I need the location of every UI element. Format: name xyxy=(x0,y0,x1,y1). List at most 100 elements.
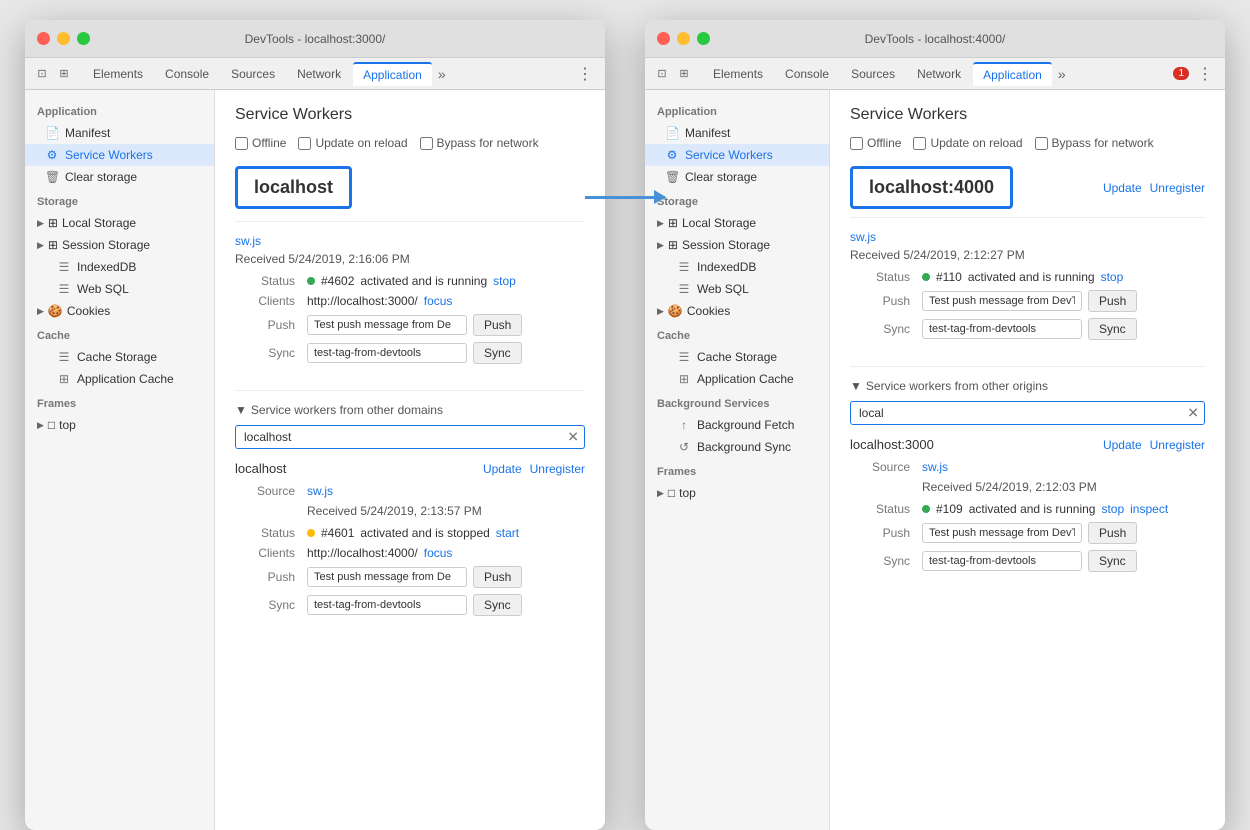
right-sw1-unregister-link[interactable]: Unregister xyxy=(1150,181,1205,195)
left-other-origin-update[interactable]: Update xyxy=(483,462,522,476)
right-sw2-push-input[interactable] xyxy=(922,523,1082,543)
left-tab-menu-button[interactable]: ⋮ xyxy=(573,64,597,84)
right-sw1-sync-button[interactable]: Sync xyxy=(1088,318,1137,340)
right-sw1-push-input[interactable] xyxy=(922,291,1082,311)
right-sw2-inspect-link[interactable]: inspect xyxy=(1130,502,1168,516)
right-sw1-source-link[interactable]: sw.js xyxy=(850,230,1205,244)
left-sw2-sync-button[interactable]: Sync xyxy=(473,594,522,616)
right-bypass-network-checkbox[interactable] xyxy=(1035,137,1048,150)
left-sidebar-item-service-workers[interactable]: ⚙ Service Workers xyxy=(25,144,214,166)
right-sidebar-frames-top[interactable]: ▶ □ top xyxy=(645,482,829,504)
right-tab-application[interactable]: Application xyxy=(973,62,1052,86)
left-sw1-push-input[interactable] xyxy=(307,315,467,335)
right-sidebar-item-clear-storage[interactable]: 🗑 Clear storage xyxy=(645,166,829,188)
left-sidebar-web-sql[interactable]: ☰ Web SQL xyxy=(25,278,214,300)
left-sw2-clients-row: Clients http://localhost:4000/ focus xyxy=(235,546,585,560)
left-update-reload-label[interactable]: Update on reload xyxy=(298,136,407,150)
left-sidebar-indexeddb[interactable]: ☰ IndexedDB xyxy=(25,256,214,278)
right-sidebar-cache-storage[interactable]: ☰ Cache Storage xyxy=(645,346,829,368)
right-tab-network[interactable]: Network xyxy=(907,63,971,85)
left-tab-application[interactable]: Application xyxy=(353,62,432,86)
left-sw1-source-link[interactable]: sw.js xyxy=(235,234,585,248)
left-sidebar-frames-top[interactable]: ▶ □ top xyxy=(25,414,214,436)
right-sidebar-item-service-workers[interactable]: ⚙ Service Workers xyxy=(645,144,829,166)
right-update-reload-checkbox[interactable] xyxy=(913,137,926,150)
left-close-button[interactable] xyxy=(37,32,50,45)
left-tab-network[interactable]: Network xyxy=(287,63,351,85)
right-sidebar-cookies[interactable]: ▶ 🍪 Cookies xyxy=(645,300,829,322)
left-sw2-start-link[interactable]: start xyxy=(496,526,519,540)
left-sidebar-session-storage[interactable]: ▶ ⊞ Session Storage xyxy=(25,234,214,256)
right-sw1-push-button[interactable]: Push xyxy=(1088,290,1137,312)
right-sidebar-item-manifest[interactable]: 📄 Manifest xyxy=(645,122,829,144)
left-offline-checkbox-label[interactable]: Offline xyxy=(235,136,286,150)
left-tab-overflow[interactable]: » xyxy=(434,66,450,82)
right-tab-elements[interactable]: Elements xyxy=(703,63,773,85)
left-sidebar-cookies[interactable]: ▶ 🍪 Cookies xyxy=(25,300,214,322)
right-sw1-sync-input[interactable] xyxy=(922,319,1082,339)
left-sw2-push-button[interactable]: Push xyxy=(473,566,522,588)
left-tab-console[interactable]: Console xyxy=(155,63,219,85)
left-sidebar-item-manifest[interactable]: 📄 Manifest xyxy=(25,122,214,144)
left-sw1-stop-link[interactable]: stop xyxy=(493,274,516,288)
right-sidebar-indexeddb[interactable]: ☰ IndexedDB xyxy=(645,256,829,278)
right-tab-sources[interactable]: Sources xyxy=(841,63,905,85)
left-sw2-push-input[interactable] xyxy=(307,567,467,587)
left-bypass-network-checkbox[interactable] xyxy=(420,137,433,150)
left-sw1-sync-input[interactable] xyxy=(307,343,467,363)
left-maximize-button[interactable] xyxy=(77,32,90,45)
right-dock-icon[interactable]: ⊞ xyxy=(675,65,693,83)
right-sw2-source-link[interactable]: sw.js xyxy=(922,460,948,474)
left-dock-icon[interactable]: ⊞ xyxy=(55,65,73,83)
left-sidebar-item-clear-storage[interactable]: 🗑 Clear storage xyxy=(25,166,214,188)
right-sw2-sync-button[interactable]: Sync xyxy=(1088,550,1137,572)
right-sidebar-bg-fetch[interactable]: ↑ Background Fetch xyxy=(645,414,829,436)
right-sw2-push-button[interactable]: Push xyxy=(1088,522,1137,544)
left-minimize-button[interactable] xyxy=(57,32,70,45)
left-sidebar-local-storage[interactable]: ▶ ⊞ Local Storage xyxy=(25,212,214,234)
right-offline-checkbox[interactable] xyxy=(850,137,863,150)
left-sidebar-app-cache[interactable]: ⊞ Application Cache xyxy=(25,368,214,390)
right-sidebar-web-sql[interactable]: ☰ Web SQL xyxy=(645,278,829,300)
right-sw2-stop-link[interactable]: stop xyxy=(1101,502,1124,516)
left-tab-sources[interactable]: Sources xyxy=(221,63,285,85)
right-sw2-sync-input[interactable] xyxy=(922,551,1082,571)
left-sw2-sync-input[interactable] xyxy=(307,595,467,615)
right-update-reload-label[interactable]: Update on reload xyxy=(913,136,1022,150)
left-sidebar-cache-storage[interactable]: ☰ Cache Storage xyxy=(25,346,214,368)
right-maximize-button[interactable] xyxy=(697,32,710,45)
left-filter-clear[interactable]: ✕ xyxy=(567,429,579,446)
right-other-origin-update[interactable]: Update xyxy=(1103,438,1142,452)
right-other-origin-unregister[interactable]: Unregister xyxy=(1150,438,1205,452)
left-other-origin-unregister[interactable]: Unregister xyxy=(530,462,585,476)
right-offline-checkbox-label[interactable]: Offline xyxy=(850,136,901,150)
right-sidebar-app-cache[interactable]: ⊞ Application Cache xyxy=(645,368,829,390)
right-sidebar-bg-sync[interactable]: ↺ Background Sync xyxy=(645,436,829,458)
right-close-button[interactable] xyxy=(657,32,670,45)
right-filter-input[interactable] xyxy=(850,401,1205,425)
left-offline-checkbox[interactable] xyxy=(235,137,248,150)
left-tab-elements[interactable]: Elements xyxy=(83,63,153,85)
right-minimize-button[interactable] xyxy=(677,32,690,45)
left-sw1-push-button[interactable]: Push xyxy=(473,314,522,336)
left-update-reload-checkbox[interactable] xyxy=(298,137,311,150)
left-devtools-icon[interactable]: ⊡ xyxy=(33,65,51,83)
left-bypass-network-label[interactable]: Bypass for network xyxy=(420,136,539,150)
left-highlight-host: localhost xyxy=(254,177,333,197)
right-sidebar-session-storage[interactable]: ▶ ⊞ Session Storage xyxy=(645,234,829,256)
left-filter-input[interactable] xyxy=(235,425,585,449)
right-devtools-icon[interactable]: ⊡ xyxy=(653,65,671,83)
right-sidebar-local-storage[interactable]: ▶ ⊞ Local Storage xyxy=(645,212,829,234)
clear-storage-icon: 🗑 xyxy=(45,170,59,184)
right-tab-console[interactable]: Console xyxy=(775,63,839,85)
right-bypass-network-label[interactable]: Bypass for network xyxy=(1035,136,1154,150)
left-sw1-sync-button[interactable]: Sync xyxy=(473,342,522,364)
right-tab-overflow[interactable]: » xyxy=(1054,66,1070,82)
left-sw2-focus-link[interactable]: focus xyxy=(424,546,453,560)
right-sw1-stop-link[interactable]: stop xyxy=(1101,270,1124,284)
left-sw2-source-link[interactable]: sw.js xyxy=(307,484,333,498)
right-tab-menu-button[interactable]: ⋮ xyxy=(1193,64,1217,84)
right-sw1-update-link[interactable]: Update xyxy=(1103,181,1142,195)
left-sw1-focus-link[interactable]: focus xyxy=(424,294,453,308)
right-filter-clear[interactable]: ✕ xyxy=(1187,405,1199,422)
